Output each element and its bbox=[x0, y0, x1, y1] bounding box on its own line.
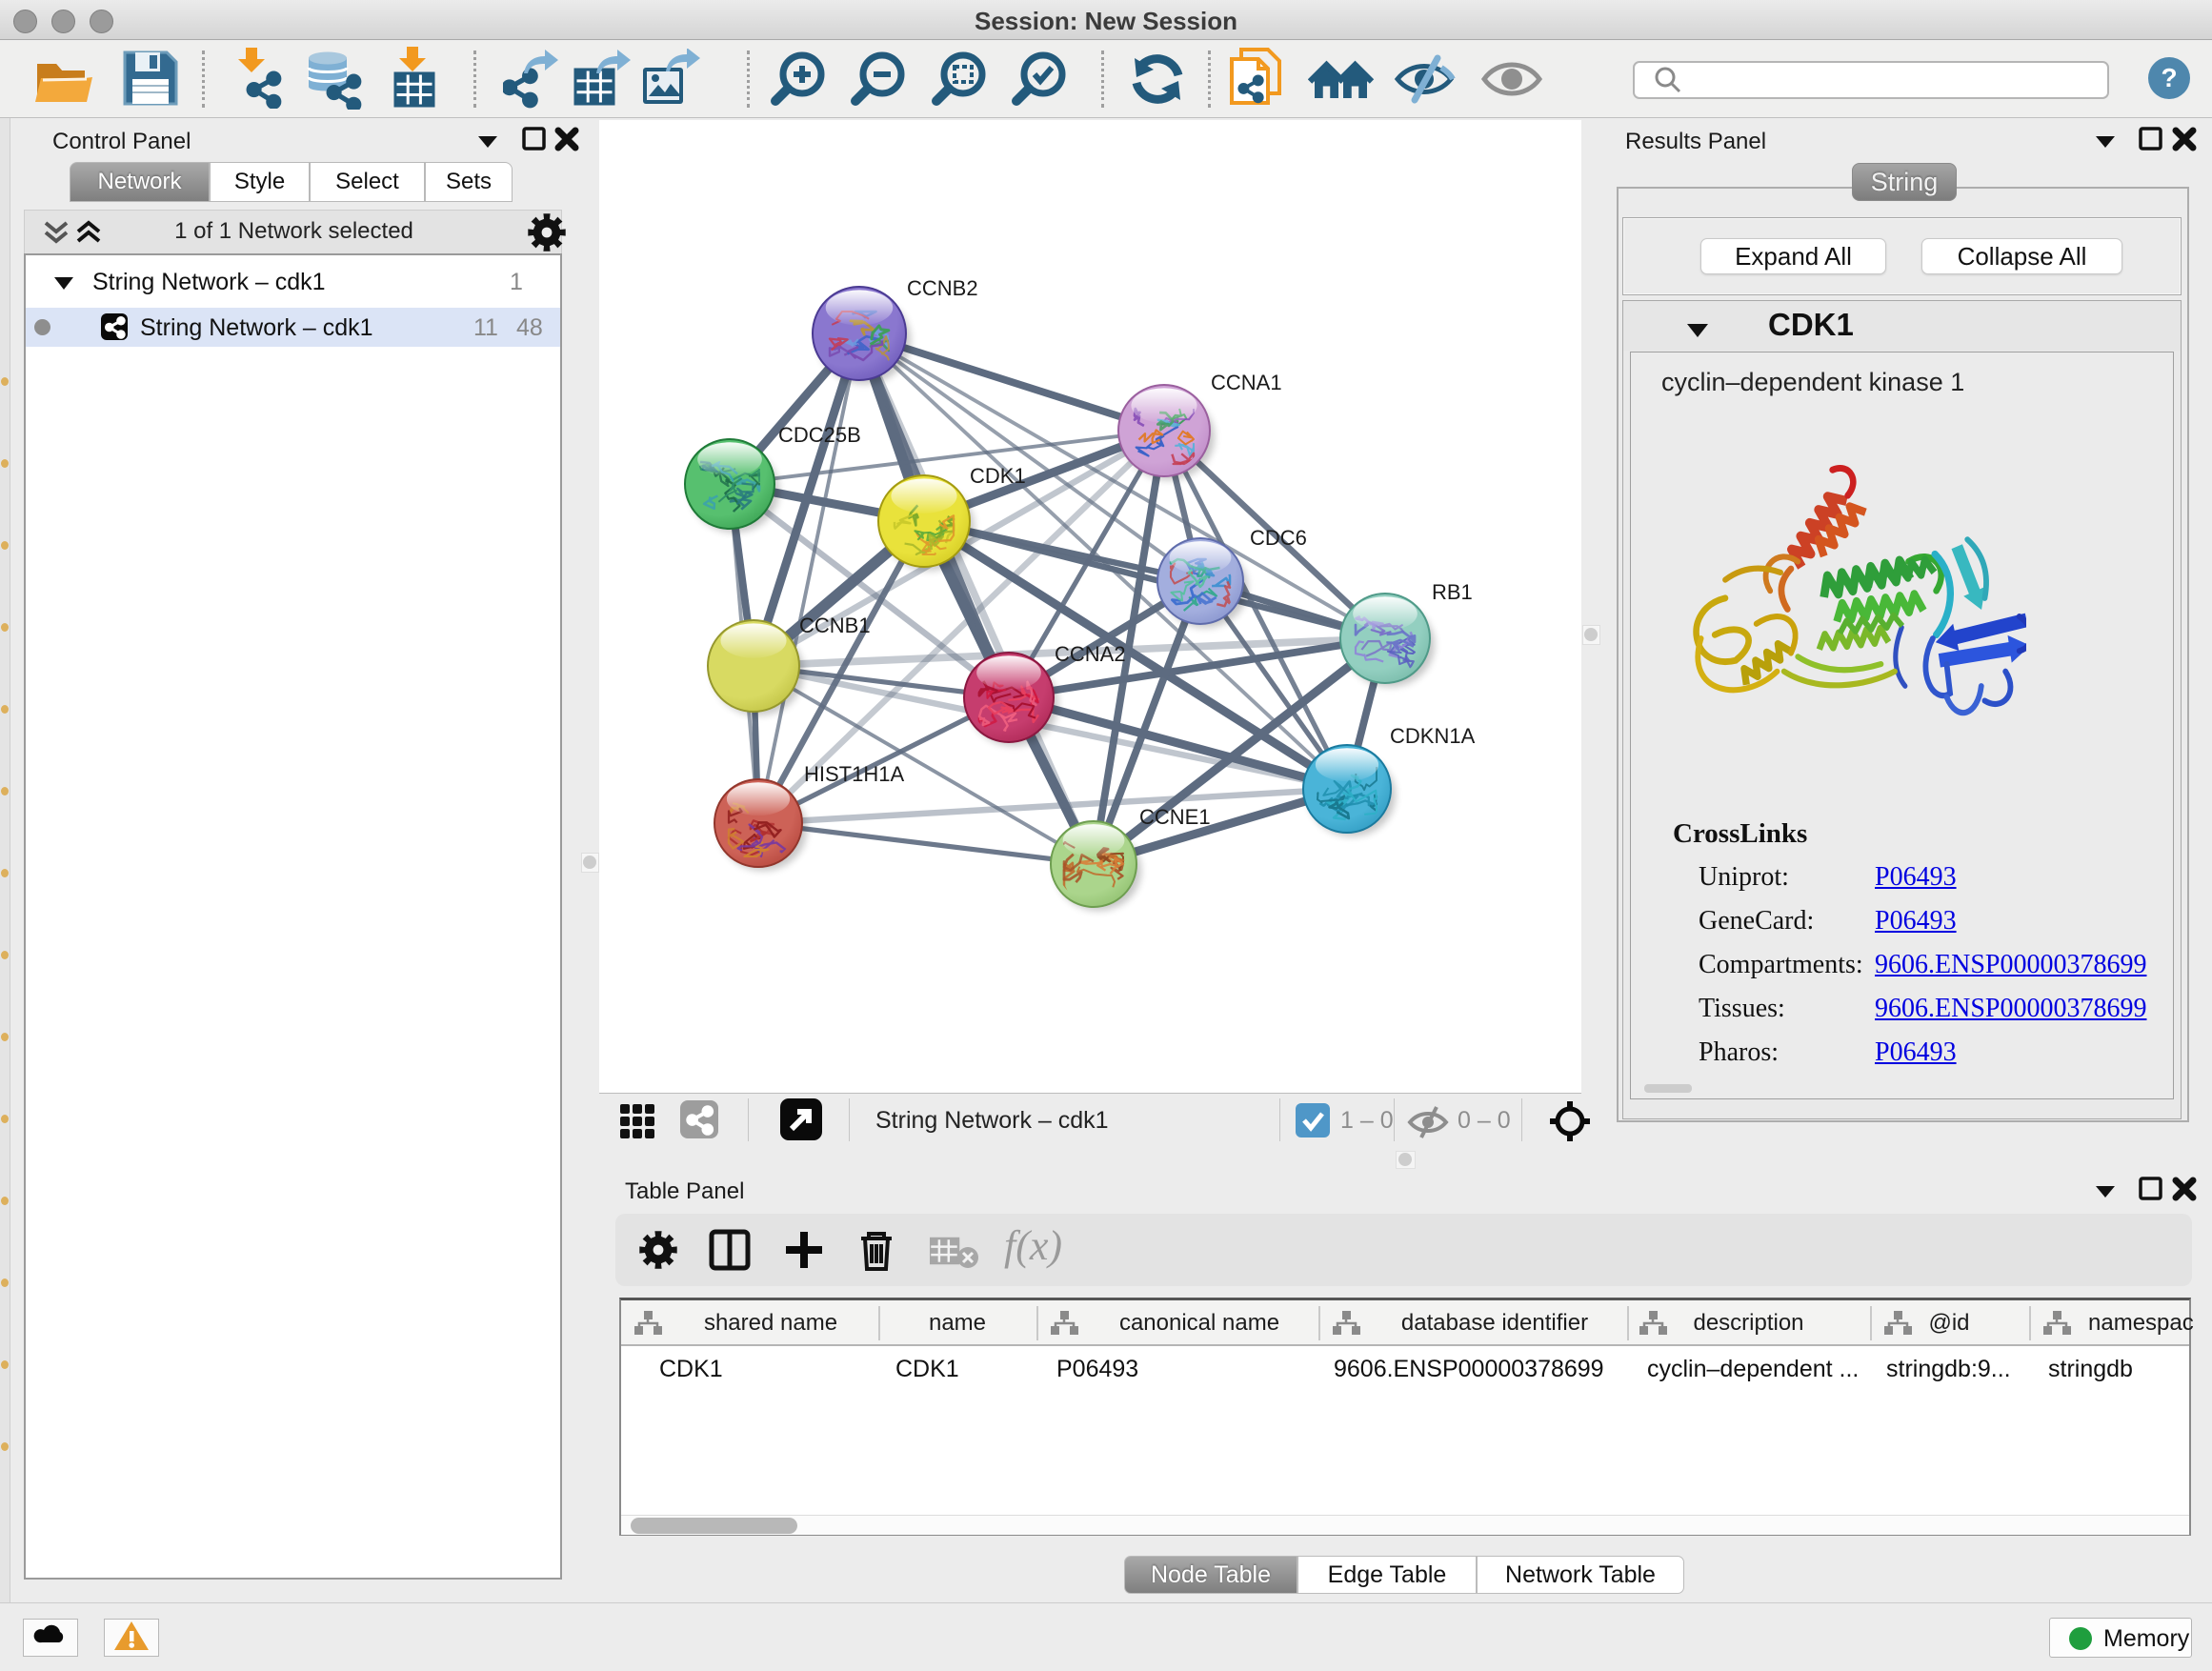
svg-text:CDK1: CDK1 bbox=[970, 464, 1026, 488]
svg-text:CDKN1A: CDKN1A bbox=[1390, 724, 1476, 748]
svg-text:CCNA1: CCNA1 bbox=[1211, 371, 1282, 394]
svg-text:RB1: RB1 bbox=[1432, 580, 1473, 604]
svg-text:?: ? bbox=[2161, 63, 2177, 92]
svg-text:CCNE1: CCNE1 bbox=[1139, 805, 1211, 829]
svg-text:HIST1H1A: HIST1H1A bbox=[804, 762, 904, 786]
svg-text:CDC6: CDC6 bbox=[1250, 526, 1307, 550]
svg-text:CCNB2: CCNB2 bbox=[907, 276, 978, 300]
svg-text:CCNA2: CCNA2 bbox=[1055, 642, 1126, 666]
svg-text:CDC25B: CDC25B bbox=[778, 423, 861, 447]
svg-text:CCNB1: CCNB1 bbox=[799, 614, 871, 637]
